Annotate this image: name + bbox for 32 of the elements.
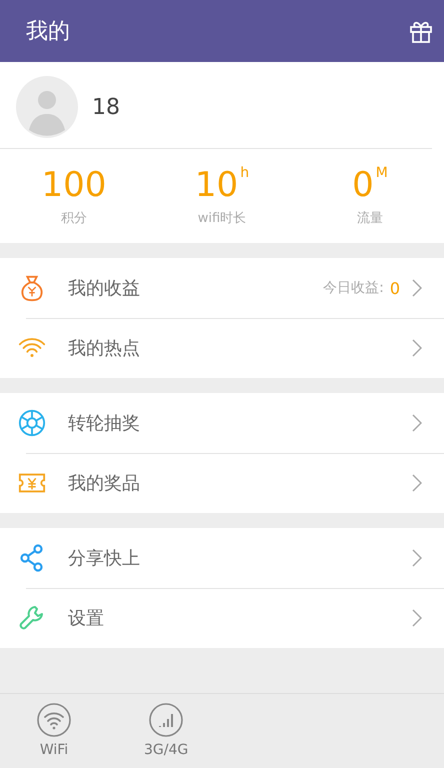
menu-label: 设置 [68, 607, 105, 630]
wrench-icon [18, 604, 46, 632]
wifi-icon [36, 702, 72, 738]
menu-item[interactable]: 转轮抽奖 [0, 393, 444, 453]
chevron-icon [412, 609, 422, 627]
chevron-icon [412, 414, 422, 432]
bottom-tab[interactable]: 3G/4G [138, 694, 194, 768]
stat-label: wifi时长 [198, 210, 246, 227]
stat-value: 100 [42, 165, 106, 205]
menu-label: 分享快上 [68, 547, 141, 570]
menu-item[interactable]: 我的热点 [0, 318, 444, 378]
menu-item[interactable]: 分享快上 [0, 528, 444, 588]
menu-item[interactable]: 设置 [0, 588, 444, 648]
earnings-label: 今日收益: [323, 279, 384, 297]
earnings-value: 0 [390, 278, 400, 298]
menu-item[interactable]: 我的收益 今日收益: 0 [0, 258, 444, 318]
stat-label: 流量 [357, 210, 383, 227]
menu-label: 我的热点 [68, 337, 141, 360]
menu-label: 我的奖品 [68, 472, 141, 495]
bottom-tab[interactable]: WiFi [30, 694, 78, 768]
chevron-icon [412, 549, 422, 567]
signal-icon [148, 702, 184, 738]
menu-label: 转轮抽奖 [68, 412, 141, 435]
menu-item[interactable]: 我的奖品 [0, 453, 444, 513]
chevron-icon [412, 474, 422, 492]
phone-number: 18 [92, 94, 120, 120]
menu-label: 我的收益 [68, 277, 141, 300]
stat-label: 积分 [61, 210, 87, 227]
wheel-icon [18, 409, 46, 437]
chevron-icon [412, 339, 422, 357]
page-title: 我的 [26, 18, 70, 46]
chevron-icon [412, 279, 422, 297]
